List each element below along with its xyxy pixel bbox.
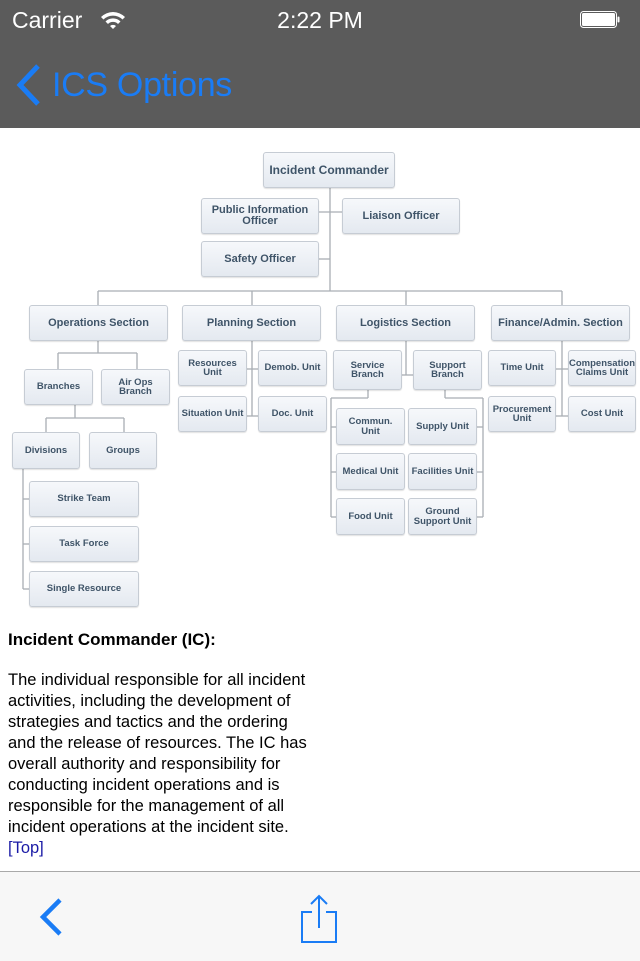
logistics-section-box[interactable]: Logistics Section bbox=[336, 305, 475, 341]
operations-section-box[interactable]: Operations Section bbox=[29, 305, 168, 341]
doc-unit-box[interactable]: Doc. Unit bbox=[258, 396, 327, 432]
bottom-toolbar bbox=[0, 871, 640, 961]
role-title: Incident Commander (IC): bbox=[8, 630, 216, 649]
strike-team-box[interactable]: Strike Team bbox=[29, 481, 139, 517]
procurement-unit-box[interactable]: Procurement Unit bbox=[488, 396, 556, 432]
status-time: 2:22 PM bbox=[277, 7, 363, 33]
situation-unit-box[interactable]: Situation Unit bbox=[178, 396, 247, 432]
nav-back-label: ICS Options bbox=[52, 65, 232, 104]
facilities-unit-box[interactable]: Facilities Unit bbox=[408, 453, 477, 490]
ground-support-unit-box[interactable]: Ground Support Unit bbox=[408, 498, 477, 535]
role-description-text: The individual responsible for all incid… bbox=[8, 670, 308, 859]
branches-box[interactable]: Branches bbox=[24, 369, 93, 405]
ics-org-chart: Incident Commander Public Information Of… bbox=[0, 128, 640, 618]
support-branch-box[interactable]: Support Branch bbox=[413, 350, 482, 390]
top-link[interactable]: [Top] bbox=[8, 839, 44, 857]
air-ops-branch-box[interactable]: Air Ops Branch bbox=[101, 369, 170, 405]
battery-icon bbox=[580, 11, 620, 28]
compensation-claims-unit-box[interactable]: Compensation Claims Unit bbox=[568, 350, 636, 386]
divisions-box[interactable]: Divisions bbox=[12, 432, 80, 469]
public-information-officer-box[interactable]: Public Information Officer bbox=[201, 198, 319, 234]
service-branch-box[interactable]: Service Branch bbox=[333, 350, 402, 390]
resources-unit-box[interactable]: Resources Unit bbox=[178, 350, 247, 386]
time-unit-box[interactable]: Time Unit bbox=[488, 350, 556, 386]
cost-unit-box[interactable]: Cost Unit bbox=[568, 396, 636, 432]
nav-back-button[interactable]: ICS Options bbox=[14, 62, 232, 108]
finance-admin-section-box[interactable]: Finance/Admin. Section bbox=[491, 305, 630, 341]
planning-section-box[interactable]: Planning Section bbox=[182, 305, 321, 341]
incident-commander-box[interactable]: Incident Commander bbox=[263, 152, 395, 188]
description-body: The individual responsible for all incid… bbox=[8, 671, 307, 836]
medical-unit-box[interactable]: Medical Unit bbox=[336, 453, 405, 490]
share-icon[interactable] bbox=[298, 892, 340, 946]
chevron-left-icon bbox=[16, 64, 40, 106]
supply-unit-box[interactable]: Supply Unit bbox=[408, 408, 477, 445]
groups-box[interactable]: Groups bbox=[89, 432, 157, 469]
chevron-left-icon[interactable] bbox=[36, 896, 66, 938]
role-description: Incident Commander (IC): The individual … bbox=[8, 630, 308, 859]
liaison-officer-box[interactable]: Liaison Officer bbox=[342, 198, 460, 234]
demob-unit-box[interactable]: Demob. Unit bbox=[258, 350, 327, 386]
commun-unit-box[interactable]: Commun. Unit bbox=[336, 408, 405, 445]
top-bar: Carrier 2:22 PM ICS Options bbox=[0, 0, 640, 128]
single-resource-box[interactable]: Single Resource bbox=[29, 571, 139, 607]
safety-officer-box[interactable]: Safety Officer bbox=[201, 241, 319, 277]
food-unit-box[interactable]: Food Unit bbox=[336, 498, 405, 535]
task-force-box[interactable]: Task Force bbox=[29, 526, 139, 562]
